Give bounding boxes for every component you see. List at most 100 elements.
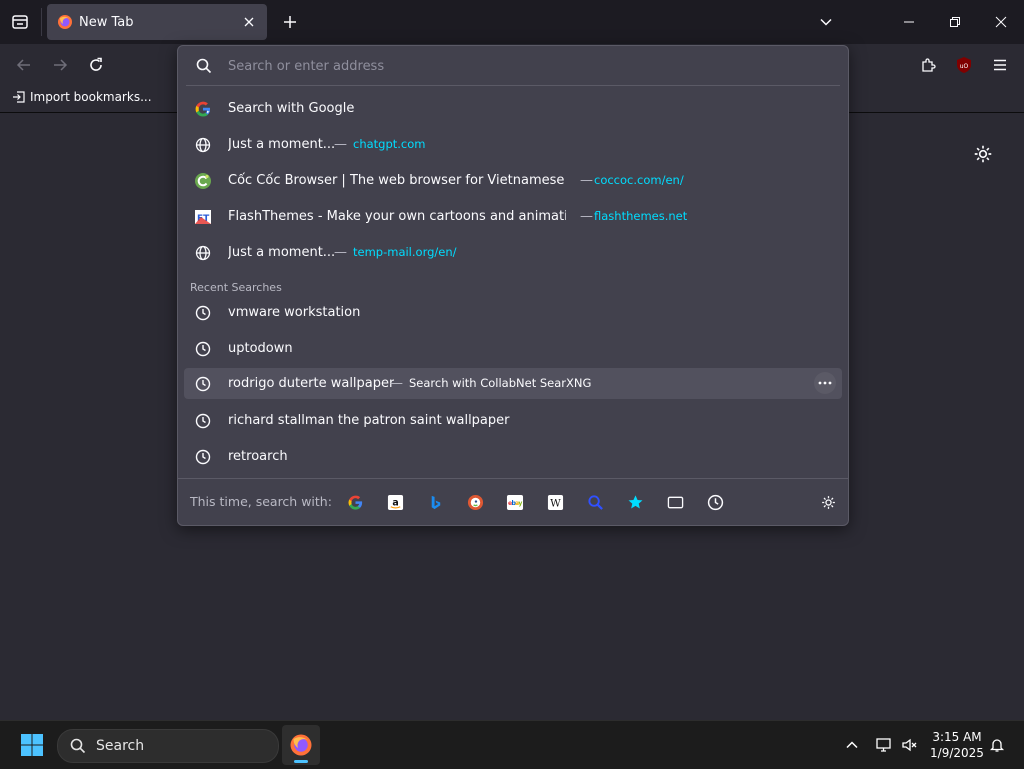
recent-search-row[interactable]: vmware workstation <box>184 297 842 328</box>
engine-tabs-button[interactable] <box>665 492 685 512</box>
history-icon <box>707 494 723 510</box>
suggestion-row[interactable]: FT FlashThemes - Make your own cartoons … <box>184 201 842 232</box>
taskbar-clock[interactable]: 3:15 AM 1/9/2025 <box>924 729 990 761</box>
import-bookmarks-button[interactable]: Import bookmarks... <box>12 90 152 104</box>
search-icon <box>196 58 212 74</box>
back-button[interactable] <box>12 53 36 77</box>
suggestion-separator: — <box>334 245 347 260</box>
suggestion-url: chatgpt.com <box>353 137 426 151</box>
close-window-button[interactable] <box>978 6 1024 38</box>
engine-bing-button[interactable] <box>425 492 445 512</box>
bing-icon <box>431 495 440 509</box>
recent-search-row[interactable]: uptodown <box>184 333 842 364</box>
suggestion-separator: — <box>334 137 347 152</box>
arrow-right-icon <box>54 59 68 71</box>
recent-search-title: uptodown <box>228 341 293 356</box>
taskbar-search-box[interactable]: Search <box>57 729 279 763</box>
volume-muted-icon <box>902 738 917 752</box>
reload-icon <box>90 57 102 71</box>
globe-icon <box>194 136 212 154</box>
puzzle-icon <box>922 58 936 72</box>
search-action-label: Search with CollabNet SearXNG <box>409 376 592 390</box>
engine-duckduckgo-button[interactable] <box>465 492 485 512</box>
history-clock-icon <box>194 304 212 322</box>
suggestion-title: Just a moment... <box>228 137 336 152</box>
close-icon <box>995 16 1007 28</box>
forward-button[interactable] <box>48 53 72 77</box>
history-clock-icon <box>194 340 212 358</box>
minimize-icon <box>904 21 914 23</box>
search-icon <box>70 738 86 754</box>
history-clock-icon <box>194 448 212 466</box>
ebay-icon: ebay <box>506 494 524 510</box>
suggestion-row[interactable]: Cốc Cốc Browser | The web browser for Vi… <box>184 165 842 196</box>
restore-button[interactable] <box>932 6 978 38</box>
gear-icon <box>821 495 835 509</box>
tab-close-button[interactable] <box>237 10 261 34</box>
recent-search-row[interactable]: retroarch <box>184 441 842 472</box>
recent-search-row[interactable]: richard stallman the patron saint wallpa… <box>184 405 842 436</box>
google-icon <box>194 100 212 118</box>
address-input[interactable] <box>226 57 840 75</box>
engine-bookmarks-button[interactable] <box>625 492 645 512</box>
recent-search-title: richard stallman the patron saint wallpa… <box>228 413 510 428</box>
recent-search-title: vmware workstation <box>228 305 361 320</box>
bell-icon <box>989 739 1005 752</box>
suggestion-title: FlashThemes - Make your own cartoons and… <box>228 209 566 224</box>
network-button[interactable] <box>872 733 896 757</box>
suggestion-url: temp-mail.org/en/ <box>353 245 457 259</box>
tab-separator <box>41 8 42 36</box>
extensions-button[interactable] <box>916 53 940 77</box>
import-icon <box>13 91 25 103</box>
windows-start-icon[interactable] <box>20 733 44 757</box>
engine-amazon-button[interactable]: a <box>385 492 405 512</box>
suggestion-title: Just a moment... <box>228 245 336 260</box>
taskbar-firefox-app[interactable] <box>282 725 320 765</box>
more-horizontal-icon <box>818 381 832 385</box>
suggestion-search-google[interactable]: Search with Google <box>184 93 842 124</box>
tray-overflow-button[interactable] <box>840 733 864 757</box>
plus-icon <box>284 16 296 28</box>
volume-button[interactable] <box>898 733 922 757</box>
svg-text:y: y <box>518 499 522 506</box>
ublock-origin-icon: uO <box>957 57 971 73</box>
close-icon <box>244 17 254 27</box>
chevron-up-icon <box>846 741 858 749</box>
search-settings-button[interactable] <box>818 492 838 512</box>
engine-history-button[interactable] <box>705 492 725 512</box>
notifications-button[interactable] <box>985 733 1009 757</box>
list-all-tabs-button[interactable] <box>814 10 838 34</box>
suggestion-row[interactable]: Just a moment... — chatgpt.com <box>184 129 842 160</box>
engine-searxng-button[interactable] <box>585 492 605 512</box>
app-menu-button[interactable] <box>988 53 1012 77</box>
result-menu-button[interactable] <box>814 372 836 394</box>
ublock-origin-button[interactable]: uO <box>952 53 976 77</box>
new-tab-button[interactable] <box>278 10 302 34</box>
firefox-view-button[interactable] <box>8 10 32 34</box>
suggestion-title: Cốc Cốc Browser | The web browser for Vi… <box>228 173 568 188</box>
history-clock-icon <box>194 375 212 393</box>
arrow-left-icon <box>16 59 30 71</box>
globe-icon <box>194 244 212 262</box>
engine-wikipedia-button[interactable]: W <box>545 492 565 512</box>
history-clock-icon <box>194 412 212 430</box>
taskbar-search-label: Search <box>96 738 145 754</box>
search-with-label: This time, search with: <box>190 494 332 509</box>
duckduckgo-icon <box>467 494 483 510</box>
tab-new-tab[interactable]: New Tab <box>47 4 267 40</box>
firefox-icon <box>290 734 312 756</box>
recent-search-row-selected[interactable]: rodrigo duterte wallpaper — Search with … <box>184 368 842 399</box>
suggestion-row[interactable]: Just a moment... — temp-mail.org/en/ <box>184 237 842 268</box>
searxng-icon <box>587 494 603 510</box>
svg-text:a: a <box>392 497 398 508</box>
minimize-button[interactable] <box>886 6 932 38</box>
reload-button[interactable] <box>84 53 108 77</box>
bookmarks-star-icon <box>628 494 642 508</box>
flashthemes-icon: FT <box>194 208 212 226</box>
engine-google-button[interactable] <box>345 492 365 512</box>
gear-icon[interactable] <box>972 143 994 165</box>
recent-search-title: rodrigo duterte wallpaper <box>228 376 395 391</box>
active-app-indicator <box>294 760 308 763</box>
urlbar-dropdown: Search with Google Just a moment... — ch… <box>177 45 849 526</box>
engine-ebay-button[interactable]: ebay <box>505 492 525 512</box>
